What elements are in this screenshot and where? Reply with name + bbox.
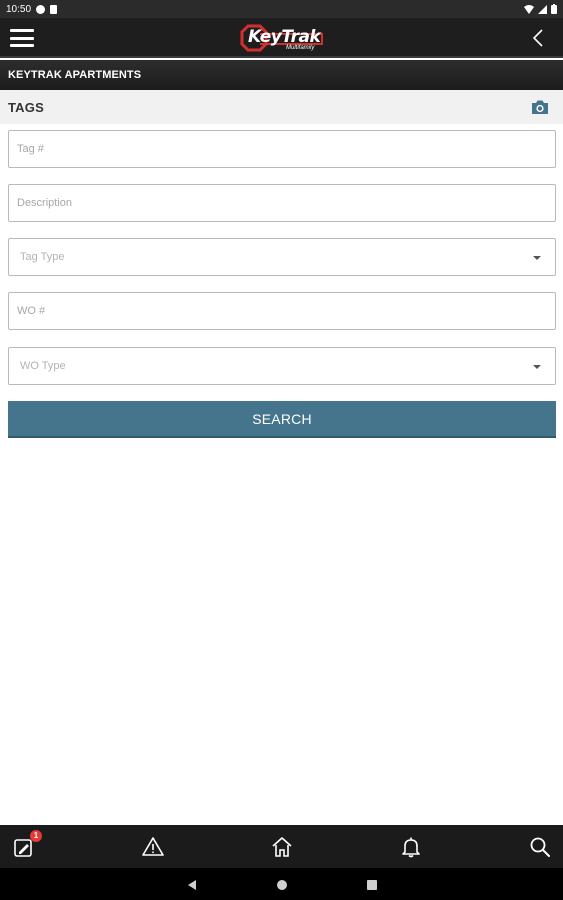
status-time: 10:50 bbox=[6, 3, 32, 15]
camera-icon[interactable] bbox=[531, 99, 549, 115]
screen: 10:50 KeyTrak Multifamily KEYTRAK APARTM… bbox=[0, 0, 563, 900]
wo-type-select[interactable]: WO Type bbox=[8, 347, 556, 385]
logo-text: KeyTrak bbox=[248, 27, 321, 47]
android-nav-bar bbox=[0, 868, 563, 900]
signal-icon bbox=[538, 4, 547, 14]
sync-icon bbox=[36, 4, 46, 14]
app-header: KeyTrak Multifamily bbox=[0, 18, 563, 58]
logo-subtext: Multifamily bbox=[286, 45, 315, 51]
tag-type-placeholder: Tag Type bbox=[20, 251, 65, 263]
home-icon[interactable] bbox=[271, 836, 293, 858]
section-title: TAGS bbox=[8, 99, 44, 115]
bell-icon[interactable] bbox=[400, 836, 422, 858]
android-home-icon[interactable] bbox=[276, 878, 288, 896]
tag-number-input[interactable] bbox=[9, 131, 555, 167]
alert-triangle-icon[interactable] bbox=[142, 836, 164, 858]
bottom-nav: 1 bbox=[0, 825, 563, 868]
description-field bbox=[8, 184, 556, 222]
back-chevron-icon[interactable] bbox=[529, 28, 549, 48]
sim-card-icon bbox=[50, 4, 58, 14]
wo-number-field bbox=[8, 292, 556, 330]
status-bar: 10:50 bbox=[0, 0, 563, 18]
section-header: TAGS bbox=[0, 90, 563, 124]
status-right bbox=[524, 4, 557, 14]
dropdown-caret-icon bbox=[533, 365, 541, 369]
wo-number-input[interactable] bbox=[9, 293, 555, 329]
tag-number-field bbox=[8, 130, 556, 168]
search-button[interactable]: SEARCH bbox=[8, 401, 556, 438]
wo-type-placeholder: WO Type bbox=[20, 360, 66, 372]
android-back-icon[interactable] bbox=[186, 878, 198, 896]
android-recents-icon[interactable] bbox=[366, 878, 378, 896]
tags-icon[interactable]: 1 bbox=[13, 830, 42, 858]
description-input[interactable] bbox=[9, 185, 555, 221]
search-icon[interactable] bbox=[529, 836, 551, 858]
menu-line bbox=[10, 44, 34, 47]
tag-type-select[interactable]: Tag Type bbox=[8, 238, 556, 276]
site-bar: KEYTRAK APARTMENTS bbox=[0, 60, 563, 90]
battery-icon bbox=[551, 4, 557, 14]
hamburger-menu-icon[interactable] bbox=[10, 27, 34, 49]
notification-badge: 1 bbox=[30, 830, 42, 842]
status-left: 10:50 bbox=[6, 3, 58, 15]
dropdown-caret-icon bbox=[533, 256, 541, 260]
keytrak-logo: KeyTrak Multifamily bbox=[238, 22, 328, 54]
menu-line bbox=[10, 29, 34, 32]
wifi-icon bbox=[524, 4, 534, 14]
menu-line bbox=[10, 36, 34, 40]
site-name: KEYTRAK APARTMENTS bbox=[8, 69, 142, 81]
